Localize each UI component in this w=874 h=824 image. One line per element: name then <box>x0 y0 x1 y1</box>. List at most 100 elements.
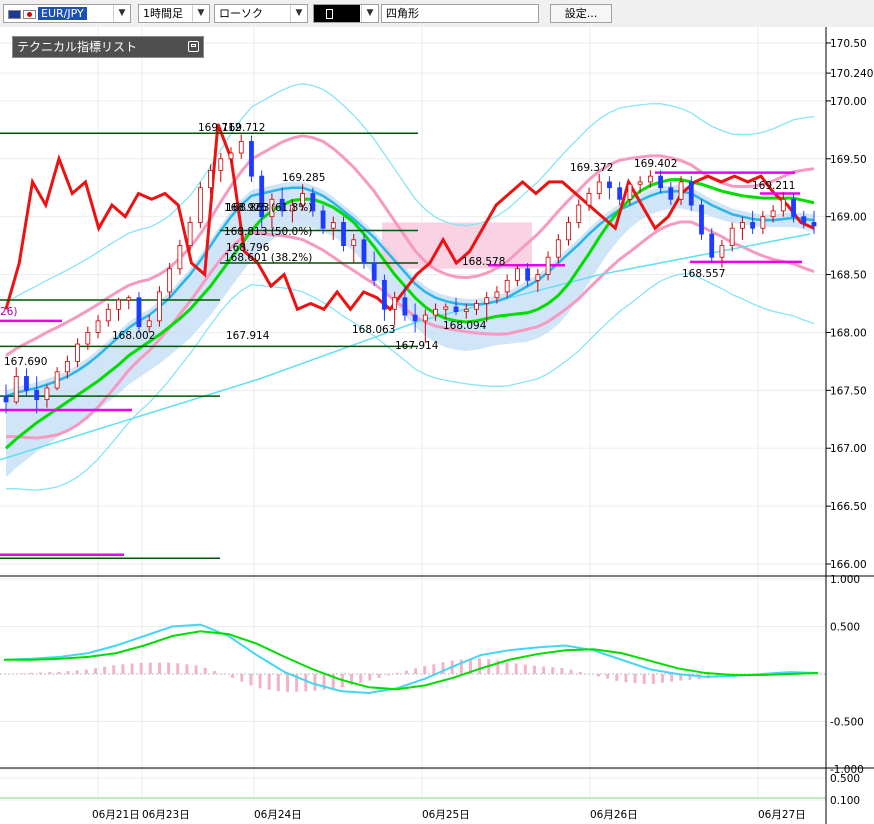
chart-area[interactable]: 169.712169.712169.285168.863168.796168.0… <box>0 27 874 824</box>
histogram-bar <box>231 674 235 678</box>
histogram-bar <box>148 662 152 674</box>
histogram-bar <box>130 663 134 674</box>
chevron-down-icon: ▼ <box>113 5 130 22</box>
histogram-bar <box>505 662 509 674</box>
price-label: 168.002 <box>112 330 155 342</box>
candle-body <box>433 308 438 316</box>
chevron-down-icon: ▼ <box>361 5 378 22</box>
candle-body <box>371 262 377 281</box>
candle-body <box>157 291 162 322</box>
y-tick-label: 166.50 <box>830 501 867 513</box>
candle-body <box>85 332 91 345</box>
technical-list-panel[interactable]: テクニカル指標リスト <box>12 36 204 58</box>
histogram-bar <box>20 673 24 674</box>
histogram-bar <box>29 672 33 674</box>
histogram-bar <box>258 674 262 689</box>
candle-body <box>750 222 756 229</box>
settings-button[interactable]: 設定... <box>550 4 612 23</box>
candle-body <box>412 314 418 322</box>
draw-tool-field[interactable]: 四角形 <box>381 4 539 23</box>
histogram-bar <box>423 666 427 674</box>
candle-body <box>392 297 398 310</box>
draw-tool-label: 四角形 <box>386 7 419 20</box>
histogram-bar <box>615 674 619 681</box>
candle-body <box>402 297 408 316</box>
candle-body <box>668 187 674 200</box>
rectangle-tool-icon <box>314 5 360 22</box>
x-tick-label: 06月25日 <box>422 809 470 821</box>
y-tick-label: 170.240 <box>830 68 873 80</box>
price-label: 168.557 <box>682 268 725 280</box>
histogram-bar <box>532 665 536 674</box>
histogram-bar <box>276 674 280 692</box>
price-label: 169.712 <box>222 122 265 134</box>
histogram-bar <box>139 662 143 674</box>
candle-body <box>647 175 653 183</box>
symbol-label: EUR/JPY <box>38 7 87 20</box>
histogram-bar <box>606 674 610 679</box>
timeframe-select[interactable]: 1時間足 ▼ <box>138 4 210 23</box>
candle-body <box>351 239 357 247</box>
candle-body <box>740 222 745 229</box>
histogram-bar <box>569 669 573 674</box>
chart-style-select[interactable]: ローソク ▼ <box>214 4 308 23</box>
chart-style-label: ローソク <box>219 7 263 20</box>
candle-body <box>382 279 387 310</box>
candle-body <box>44 387 50 400</box>
candle-body <box>658 175 663 189</box>
price-label: 167.914 <box>226 330 270 342</box>
histogram-bar <box>48 672 52 674</box>
candle-body <box>208 169 213 189</box>
histogram-bar <box>523 664 527 674</box>
histogram-bar <box>368 674 372 681</box>
candle-body <box>709 233 715 258</box>
candle-body <box>197 187 203 223</box>
histogram-bar <box>359 674 363 683</box>
histogram-bar <box>194 665 198 674</box>
histogram-bar <box>624 674 628 683</box>
candle-body <box>443 306 449 310</box>
price-label: 168.094 <box>443 320 487 332</box>
timeframe-label: 1時間足 <box>143 7 183 20</box>
price-label: 168.578 <box>462 256 505 268</box>
y-tick-label: 0.500 <box>830 773 860 785</box>
candle-body <box>330 222 336 229</box>
histogram-bar <box>157 662 161 674</box>
histogram-bar <box>386 674 390 676</box>
x-tick-label: 06月27日 <box>758 809 806 821</box>
histogram-bar <box>661 674 665 683</box>
price-label: 169.211 <box>752 180 795 192</box>
candle-body <box>607 181 612 189</box>
histogram-bar <box>75 670 79 674</box>
histogram-bar <box>167 662 171 674</box>
draw-tool-icon-select[interactable]: ▼ <box>313 4 379 23</box>
minimize-icon[interactable] <box>188 41 199 52</box>
symbol-select[interactable]: EUR/JPY ▼ <box>3 4 131 23</box>
histogram-bar <box>93 668 97 674</box>
candle-body <box>146 320 152 328</box>
candle-body <box>463 308 469 313</box>
histogram-bar <box>267 674 271 690</box>
y-tick-label: 170.50 <box>830 38 867 50</box>
candle-body <box>64 360 70 373</box>
candle-body <box>453 306 459 313</box>
candle-body <box>34 389 40 400</box>
histogram-bar <box>185 664 189 674</box>
candle-body <box>719 245 725 258</box>
candle-body <box>167 268 173 293</box>
histogram-bar <box>651 674 655 684</box>
candle-body <box>105 308 111 322</box>
histogram-bar <box>66 671 70 674</box>
candle-body <box>249 141 254 177</box>
histogram-bar <box>642 674 646 684</box>
histogram-bar <box>103 666 107 674</box>
histogram-bar <box>112 665 116 674</box>
x-tick-label: 06月23日 <box>142 809 190 821</box>
candle-body <box>228 152 234 160</box>
histogram-bar <box>212 671 216 674</box>
candle-body <box>811 222 817 227</box>
candle-body <box>422 314 428 322</box>
y-tick-label: 168.50 <box>830 270 867 282</box>
histogram-bar <box>249 674 253 686</box>
candle-body <box>341 222 346 247</box>
